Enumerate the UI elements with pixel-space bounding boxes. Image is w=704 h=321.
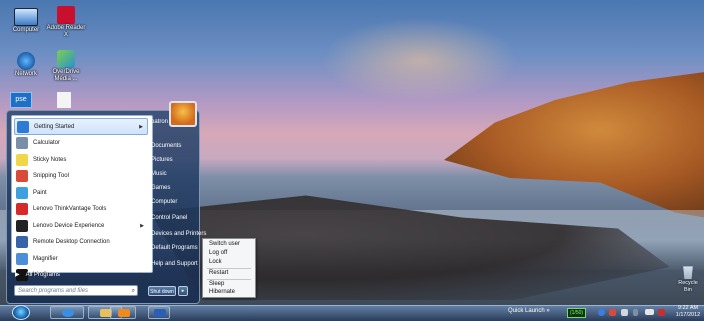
start-menu-link[interactable]: Pictures [151, 157, 173, 163]
adobe-reader-icon [57, 6, 75, 24]
desktop-icon-adobe-reader[interactable]: Adobe Reader X [44, 6, 88, 39]
menu-separator [207, 279, 251, 280]
power-menu-item[interactable]: Lock [209, 259, 222, 265]
system-clock[interactable]: 9:22 AM 1/17/2012 [674, 305, 702, 319]
program-icon [16, 252, 28, 265]
taskbar-media-player[interactable] [110, 306, 136, 319]
program-label: Snipping Tool [33, 173, 69, 179]
desktop-icon-pse[interactable]: pse [10, 92, 32, 108]
program-label: Sticky Notes [33, 156, 67, 163]
program-icon [16, 236, 28, 248]
desktop-icon-recycle-bin[interactable]: Recycle Bin [676, 265, 700, 293]
tray-battery-icon[interactable] [633, 309, 638, 316]
power-menu-item[interactable]: Log off [209, 250, 227, 256]
program-item[interactable]: Lenovo ThinkVantage Tools [14, 201, 148, 218]
program-label: Lenovo ThinkVantage Tools [33, 206, 107, 212]
start-menu-link[interactable]: Devices and Printers [151, 231, 206, 237]
start-menu-link[interactable]: patron [151, 119, 168, 125]
overdrive-icon [57, 50, 75, 68]
start-menu: Getting Started ▶ Calculator Sticky Notes Sn… [6, 101, 206, 304]
program-item[interactable]: Getting Started ▶ [14, 118, 148, 135]
start-menu-link[interactable]: Documents [151, 143, 181, 149]
program-label: Calculator [33, 140, 61, 146]
internet-explorer-icon [62, 309, 74, 317]
start-menu-link[interactable]: Games [151, 185, 170, 191]
program-icon [16, 186, 28, 199]
taskbar-word[interactable] [148, 306, 170, 319]
program-item[interactable]: Magnifier [14, 250, 148, 267]
power-menu-item[interactable]: Switch user [209, 241, 240, 247]
media-player-icon [118, 309, 130, 317]
submenu-arrow-icon: ▶ [139, 123, 143, 130]
shutdown-options-arrow[interactable]: ▸ [178, 286, 188, 296]
program-item[interactable]: Sticky Notes [14, 151, 148, 168]
program-item[interactable]: Paint [14, 184, 148, 201]
tray-bluetooth-icon[interactable] [598, 309, 605, 316]
program-label: Lenovo Device Experience [33, 222, 105, 229]
tray-signal-icon[interactable] [645, 309, 654, 315]
program-icon [16, 219, 28, 232]
recycle-bin-icon [683, 266, 693, 279]
shutdown-button[interactable]: Shut down [148, 286, 176, 296]
program-label: Paint [33, 189, 47, 196]
menu-separator [207, 268, 251, 269]
document-icon [57, 92, 71, 108]
submenu-arrow-icon: ▶ [140, 272, 144, 278]
computer-icon [14, 8, 38, 26]
program-item[interactable]: Remote Desktop Connection [14, 234, 148, 251]
program-label: Getting Started [34, 123, 75, 130]
quick-launch-toolbar[interactable]: Quick Launch » [508, 308, 550, 314]
program-icon [17, 120, 29, 133]
all-programs-button[interactable]: ▶ All Programs [15, 271, 60, 279]
program-label: Remote Desktop Connection [33, 239, 110, 245]
power-menu-item[interactable]: Hibernate [209, 289, 235, 295]
taskbar-internet-explorer[interactable] [50, 306, 84, 319]
start-search-input[interactable]: Search programs and files ⌕ [14, 285, 138, 296]
start-button[interactable] [12, 305, 30, 320]
start-menu-link[interactable]: Computer [151, 199, 177, 205]
power-options-menu: Switch user Log off Lock Restart Sleep Hibern… [202, 238, 256, 298]
program-icon [16, 137, 28, 149]
network-icon [17, 52, 35, 70]
power-menu-item[interactable]: Sleep [209, 281, 224, 287]
program-icon [16, 153, 28, 166]
arrow-right-icon: ▶ [15, 272, 20, 278]
program-icon [16, 170, 28, 182]
program-label: Magnifier [33, 255, 58, 262]
wallpaper-cliff [444, 70, 704, 220]
tray-volume-icon[interactable] [658, 309, 665, 316]
submenu-arrow-icon: ▶ [140, 222, 144, 229]
start-menu-link[interactable]: Default Programs [151, 245, 198, 251]
program-item[interactable]: Snipping Tool [14, 168, 148, 185]
user-picture[interactable] [169, 101, 197, 127]
start-menu-link[interactable]: Help and Support [151, 261, 198, 267]
desktop-icon-overdrive[interactable]: OverDrive Media ... [44, 50, 88, 83]
tray-flag-icon[interactable] [621, 309, 628, 316]
tray-security-icon[interactable] [609, 309, 616, 316]
search-icon: ⌕ [131, 288, 135, 294]
program-item[interactable]: Lenovo Device Experience ▶ [14, 217, 148, 234]
start-menu-link[interactable]: Control Panel [151, 215, 187, 221]
desktop-icon-document[interactable] [54, 92, 74, 108]
network-status-badge[interactable]: (1/50) [567, 308, 587, 318]
program-item[interactable]: Calculator [14, 135, 148, 152]
desktop-icon-network[interactable]: Network [4, 52, 48, 78]
program-icon [16, 203, 28, 215]
pse-icon: pse [10, 92, 32, 108]
start-menu-link[interactable]: Music [151, 171, 167, 177]
word-icon [154, 309, 166, 317]
power-menu-item[interactable]: Restart [209, 270, 228, 276]
desktop-icon-computer[interactable]: Computer [4, 8, 48, 34]
program-list: Getting Started ▶ Calculator Sticky Notes Sn… [11, 115, 153, 281]
